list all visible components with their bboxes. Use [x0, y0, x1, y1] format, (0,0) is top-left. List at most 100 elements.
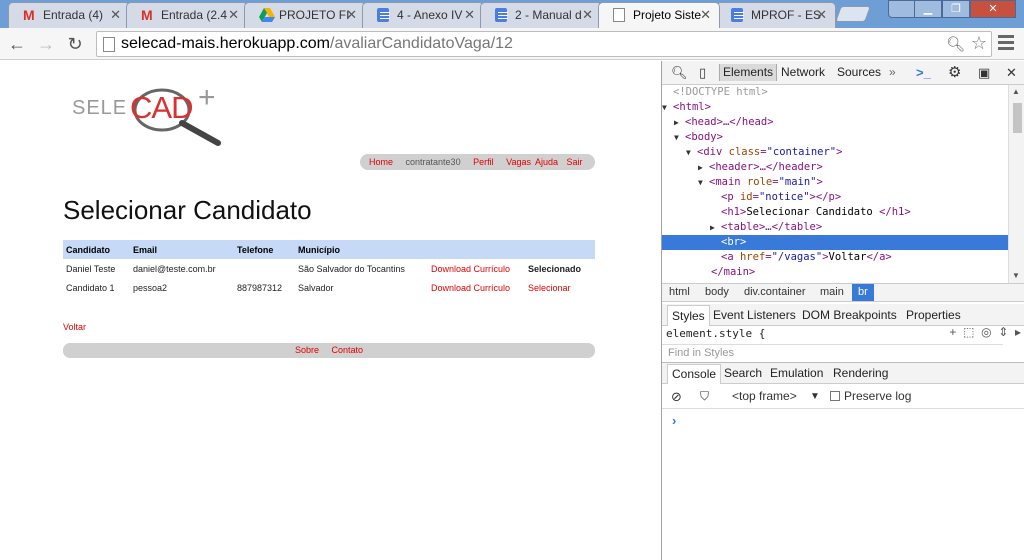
- dock-side-icon[interactable]: ▣: [978, 65, 990, 81]
- tag-name: body: [691, 131, 717, 143]
- tab-network[interactable]: Network: [781, 65, 825, 79]
- element-style-rule[interactable]: element.style {: [666, 327, 765, 340]
- breadcrumb-item[interactable]: div.container: [744, 284, 806, 301]
- close-tab-icon[interactable]: ✕: [464, 3, 475, 27]
- collapse-triangle-icon[interactable]: ▶: [698, 160, 709, 175]
- selecionar-link[interactable]: Selecionar: [525, 278, 595, 297]
- dom-node[interactable]: ▼ <main role="main">: [662, 175, 1008, 190]
- tab-rendering[interactable]: Rendering: [833, 363, 888, 384]
- bookmark-star-icon[interactable]: ☆: [971, 33, 987, 54]
- scrollbar-thumb[interactable]: [1013, 103, 1022, 133]
- dom-node[interactable]: ▶ <header>…</header>: [662, 160, 1008, 175]
- browser-tab[interactable]: M Entrada (4) ✕: [8, 2, 130, 28]
- scroll-down-icon[interactable]: ▼: [1012, 271, 1020, 280]
- dom-node[interactable]: ▼ <div class="container">: [662, 145, 1008, 160]
- close-tab-icon[interactable]: ✕: [110, 3, 121, 27]
- browser-tab[interactable]: MPROF - ES ✕: [716, 2, 836, 28]
- selecad-logo[interactable]: SELE CAD +: [72, 81, 232, 147]
- breadcrumb-item-selected[interactable]: br: [852, 284, 874, 301]
- tab-properties[interactable]: Properties: [906, 304, 961, 326]
- dom-node[interactable]: ▼ <body>: [662, 130, 1008, 145]
- preserve-log-checkbox[interactable]: Preserve log: [830, 385, 911, 408]
- find-in-styles-input[interactable]: Find in Styles: [662, 344, 1003, 362]
- drawer-tabs: Console Search Emulation Rendering: [662, 362, 1024, 384]
- dom-node-selected[interactable]: <br>: [662, 235, 1008, 250]
- scroll-up-icon[interactable]: ▲: [1012, 87, 1020, 96]
- expand-triangle-icon[interactable]: ▼: [686, 145, 697, 160]
- close-tab-icon[interactable]: ✕: [816, 3, 827, 27]
- nav-perfil-link[interactable]: Perfil: [473, 157, 494, 167]
- breadcrumb-item[interactable]: html: [669, 284, 690, 301]
- column-header: Telefone: [234, 240, 295, 259]
- forward-button[interactable]: →: [35, 33, 57, 55]
- address-bar[interactable]: selecad-mais.herokuapp.com/avaliarCandid…: [96, 31, 992, 57]
- frame-dropdown-icon[interactable]: ▼: [810, 385, 820, 408]
- minimize-button[interactable]: ▁: [914, 0, 942, 18]
- frame-selector[interactable]: <top frame>: [732, 385, 797, 408]
- breadcrumb-item[interactable]: body: [705, 284, 729, 301]
- tab-styles[interactable]: Styles: [667, 305, 710, 326]
- settings-gear-icon[interactable]: ⚙: [948, 63, 961, 81]
- voltar-link[interactable]: Voltar: [63, 322, 86, 332]
- nav-home-link[interactable]: Home: [369, 157, 393, 167]
- browser-tab[interactable]: M Entrada (2.4 ✕: [126, 2, 248, 28]
- download-curriculo-link[interactable]: Download Currículo: [428, 278, 525, 297]
- dom-node[interactable]: ▶ <table>…</table>: [662, 220, 1008, 235]
- more-tabs-icon[interactable]: »: [889, 65, 896, 79]
- close-tab-icon[interactable]: ✕: [228, 3, 239, 27]
- console-drawer-icon[interactable]: >_: [916, 65, 931, 80]
- expand-triangle-icon[interactable]: ▼: [662, 100, 673, 115]
- tab-emulation[interactable]: Emulation: [770, 363, 823, 384]
- tab-title: MPROF - ES: [751, 8, 821, 22]
- browser-tab[interactable]: 4 - Anexo IV ✕: [362, 2, 484, 28]
- filter-icon[interactable]: ⛉: [700, 385, 709, 408]
- tab-dom-breakpoints[interactable]: DOM Breakpoints: [802, 304, 897, 326]
- device-mode-icon[interactable]: ▯: [699, 65, 706, 81]
- inspect-search-icon[interactable]: 🔍︎: [671, 65, 688, 81]
- nav-vagas-link[interactable]: Vagas: [506, 157, 531, 167]
- nav-sair-link[interactable]: Sair: [567, 157, 583, 167]
- dom-node[interactable]: <p id="notice"></p>: [662, 190, 1008, 205]
- dom-node[interactable]: <h1>Selecionar Candidato </h1>: [662, 205, 1008, 220]
- tab-console[interactable]: Console: [667, 364, 722, 384]
- collapse-triangle-icon[interactable]: ▶: [674, 115, 685, 130]
- footer-sobre-link[interactable]: Sobre: [295, 345, 319, 355]
- close-tab-icon[interactable]: ✕: [582, 3, 593, 27]
- dom-node[interactable]: ▶ <head>…</head>: [662, 115, 1008, 130]
- chrome-menu-icon[interactable]: [998, 35, 1014, 51]
- close-tab-icon[interactable]: ✕: [700, 3, 711, 27]
- tab-sources[interactable]: Sources: [837, 65, 881, 79]
- browser-tab-active[interactable]: Projeto Siste ✕: [598, 2, 720, 28]
- dom-node[interactable]: <!DOCTYPE html>: [662, 85, 1008, 100]
- close-devtools-icon[interactable]: ✕: [1006, 65, 1017, 81]
- tab-elements[interactable]: Elements: [719, 64, 778, 81]
- style-action-icons[interactable]: + ⬚ ◎ ⇕ ▸: [949, 325, 1021, 339]
- dom-node[interactable]: ▼ <html>: [662, 100, 1008, 115]
- dom-node[interactable]: </main>: [662, 265, 1008, 280]
- console-prompt[interactable]: ›: [672, 413, 676, 428]
- user-profile-button[interactable]: [888, 0, 916, 18]
- download-curriculo-link[interactable]: Download Currículo: [428, 259, 525, 278]
- expand-triangle-icon[interactable]: ▼: [674, 130, 685, 145]
- expand-triangle-icon[interactable]: ▼: [698, 175, 709, 190]
- new-tab-button[interactable]: [835, 6, 871, 22]
- dom-node[interactable]: <a href="/vagas">Voltar</a>: [662, 250, 1008, 265]
- reload-button[interactable]: ↻: [64, 33, 86, 55]
- checkbox-icon[interactable]: [830, 391, 840, 401]
- zoom-icon[interactable]: 🔍︎: [946, 35, 965, 53]
- browser-tab[interactable]: 2 - Manual d ✕: [480, 2, 602, 28]
- back-button[interactable]: ←: [6, 33, 28, 55]
- breadcrumb-item[interactable]: main: [820, 284, 844, 301]
- restore-button[interactable]: ❐: [942, 0, 970, 18]
- clear-console-icon[interactable]: ⊘: [671, 385, 682, 408]
- collapse-triangle-icon[interactable]: ▶: [710, 220, 721, 235]
- footer-contato-link[interactable]: Contato: [332, 345, 364, 355]
- dom-scrollbar[interactable]: ▲ ▼: [1008, 85, 1024, 283]
- close-window-button[interactable]: ✕: [970, 0, 1016, 18]
- nav-ajuda-link[interactable]: Ajuda: [535, 157, 558, 167]
- tab-search[interactable]: Search: [724, 363, 762, 384]
- tab-event-listeners[interactable]: Event Listeners: [713, 304, 796, 326]
- close-tab-icon[interactable]: ✕: [346, 3, 357, 27]
- browser-tab[interactable]: PROJETO FIN ✕: [244, 2, 366, 28]
- url-text[interactable]: selecad-mais.herokuapp.com/avaliarCandid…: [121, 35, 513, 53]
